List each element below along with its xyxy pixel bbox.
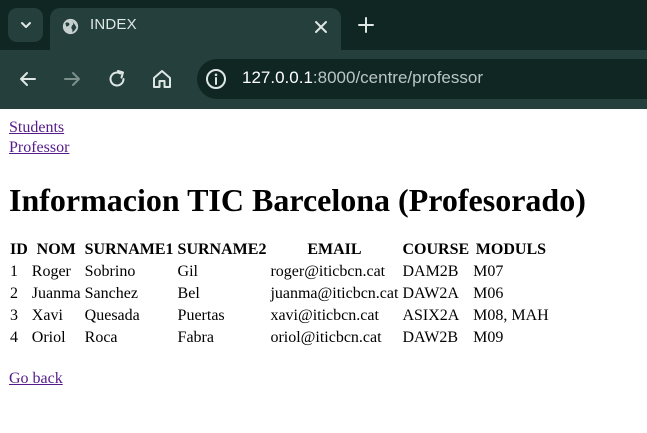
cell-nom: Juanma bbox=[31, 285, 81, 302]
cell-surname2: Fabra bbox=[177, 329, 214, 346]
tab-search-button[interactable] bbox=[8, 8, 43, 42]
header-surname2: SURNAME2 bbox=[177, 241, 267, 258]
students-link[interactable]: Students bbox=[9, 118, 638, 138]
site-info-icon[interactable] bbox=[205, 68, 227, 90]
cell-nom: Oriol bbox=[31, 329, 66, 346]
cell-moduls: M09 bbox=[473, 329, 504, 346]
browser-tab-active[interactable]: INDEX bbox=[50, 8, 341, 50]
cell-surname2: Gil bbox=[177, 263, 198, 280]
table-header-row: ID NOM SURNAME1 SURNAME2 EMAIL COURSE MO… bbox=[9, 240, 550, 260]
cell-surname2: Bel bbox=[177, 285, 200, 302]
table-row: 1 Roger Sobrino Gil roger@iticbcn.cat DA… bbox=[9, 262, 550, 282]
professors-table: ID NOM SURNAME1 SURNAME2 EMAIL COURSE MO… bbox=[7, 238, 552, 350]
cell-moduls: M06 bbox=[473, 285, 504, 302]
page-title: Informacion TIC Barcelona (Profesorado) bbox=[9, 182, 586, 218]
cell-nom: Roger bbox=[31, 263, 71, 280]
tab-strip: INDEX bbox=[0, 0, 647, 50]
home-icon[interactable] bbox=[150, 67, 174, 91]
address-bar[interactable]: 127.0.0.1:8000/centre/professor bbox=[197, 59, 647, 99]
cell-surname1: Roca bbox=[84, 329, 118, 346]
cell-moduls: M08, MAH bbox=[473, 307, 549, 324]
cell-surname1: Quesada bbox=[84, 307, 140, 324]
header-id: ID bbox=[10, 241, 28, 258]
url-path: :8000/centre/professor bbox=[312, 68, 484, 87]
url-host: 127.0.0.1 bbox=[242, 68, 313, 87]
page-content: Students Professor Informacion TIC Barce… bbox=[0, 109, 647, 388]
header-email: EMAIL bbox=[307, 241, 362, 258]
cell-id: 1 bbox=[10, 263, 18, 280]
header-moduls: MODULS bbox=[475, 241, 547, 258]
cell-email: roger@iticbcn.cat bbox=[270, 263, 386, 280]
header-nom: NOM bbox=[36, 241, 76, 258]
cell-id: 2 bbox=[10, 285, 18, 302]
forward-arrow-icon[interactable] bbox=[60, 67, 84, 91]
reload-icon[interactable] bbox=[105, 67, 129, 91]
table-row: 2 Juanma Sanchez Bel juanma@iticbcn.cat … bbox=[9, 284, 550, 304]
cell-id: 4 bbox=[10, 329, 18, 346]
cell-nom: Xavi bbox=[31, 307, 63, 324]
footer: Go back bbox=[9, 370, 638, 388]
new-tab-plus-icon[interactable] bbox=[355, 14, 377, 36]
cell-surname1: Sanchez bbox=[84, 285, 138, 302]
tab-title: INDEX bbox=[90, 16, 137, 33]
chevron-down-icon bbox=[20, 22, 31, 28]
header-surname1: SURNAME1 bbox=[84, 241, 174, 258]
cell-course: DAM2B bbox=[402, 263, 459, 280]
header-course: COURSE bbox=[402, 241, 470, 258]
cell-email: oriol@iticbcn.cat bbox=[270, 329, 382, 346]
cell-email: juanma@iticbcn.cat bbox=[270, 285, 399, 302]
nav-links: Students Professor bbox=[9, 109, 638, 158]
cell-id: 3 bbox=[10, 307, 18, 324]
go-back-link[interactable]: Go back bbox=[9, 370, 638, 388]
globe-icon bbox=[62, 18, 79, 35]
cell-surname1: Sobrino bbox=[84, 263, 136, 280]
cell-course: ASIX2A bbox=[402, 307, 460, 324]
browser-toolbar: 127.0.0.1:8000/centre/professor bbox=[0, 50, 647, 109]
cell-course: DAW2A bbox=[402, 285, 459, 302]
cell-course: DAW2B bbox=[402, 329, 459, 346]
url-text[interactable]: 127.0.0.1:8000/centre/professor bbox=[242, 68, 483, 88]
back-arrow-icon[interactable] bbox=[16, 67, 40, 91]
cell-surname2: Puertas bbox=[177, 307, 225, 324]
table-row: 4 Oriol Roca Fabra oriol@iticbcn.cat DAW… bbox=[9, 328, 550, 348]
cell-email: xavi@iticbcn.cat bbox=[270, 307, 379, 324]
table-row: 3 Xavi Quesada Puertas xavi@iticbcn.cat … bbox=[9, 306, 550, 326]
cell-moduls: M07 bbox=[473, 263, 504, 280]
professor-link[interactable]: Professor bbox=[9, 138, 638, 158]
close-icon[interactable] bbox=[311, 17, 331, 37]
